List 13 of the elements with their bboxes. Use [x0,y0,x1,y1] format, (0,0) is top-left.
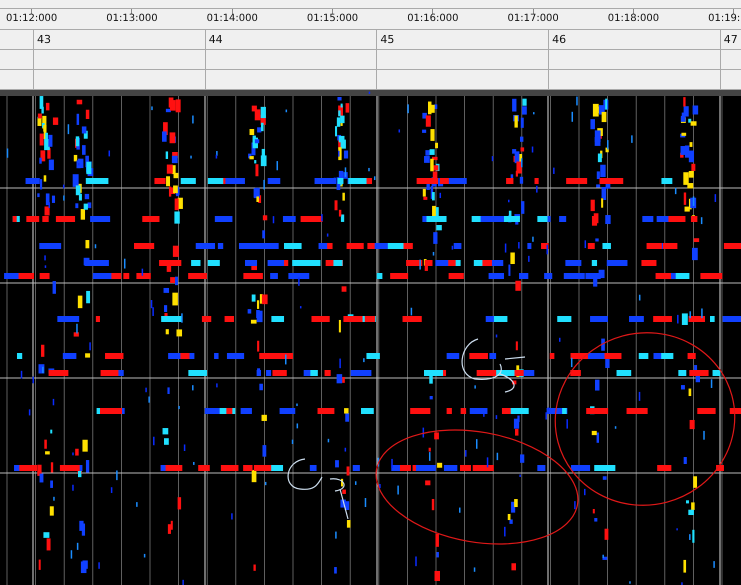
measure-number: 43 [37,33,51,46]
time-label: 01:17:000 [508,13,559,24]
time-label: 01:12:000 [6,13,58,24]
time-label: 01:14:000 [206,13,258,24]
time-label: 01:18:000 [608,13,660,24]
measure-number: 44 [208,33,223,46]
measure-number: 46 [552,33,566,46]
measure-number: 47 [724,33,738,46]
time-label: 01:19: [708,13,740,24]
time-label: 01:16:000 [407,13,458,24]
time-label: 01:13:000 [106,13,158,24]
measure-number: 45 [380,33,394,46]
time-label: 01:15:000 [306,13,358,24]
